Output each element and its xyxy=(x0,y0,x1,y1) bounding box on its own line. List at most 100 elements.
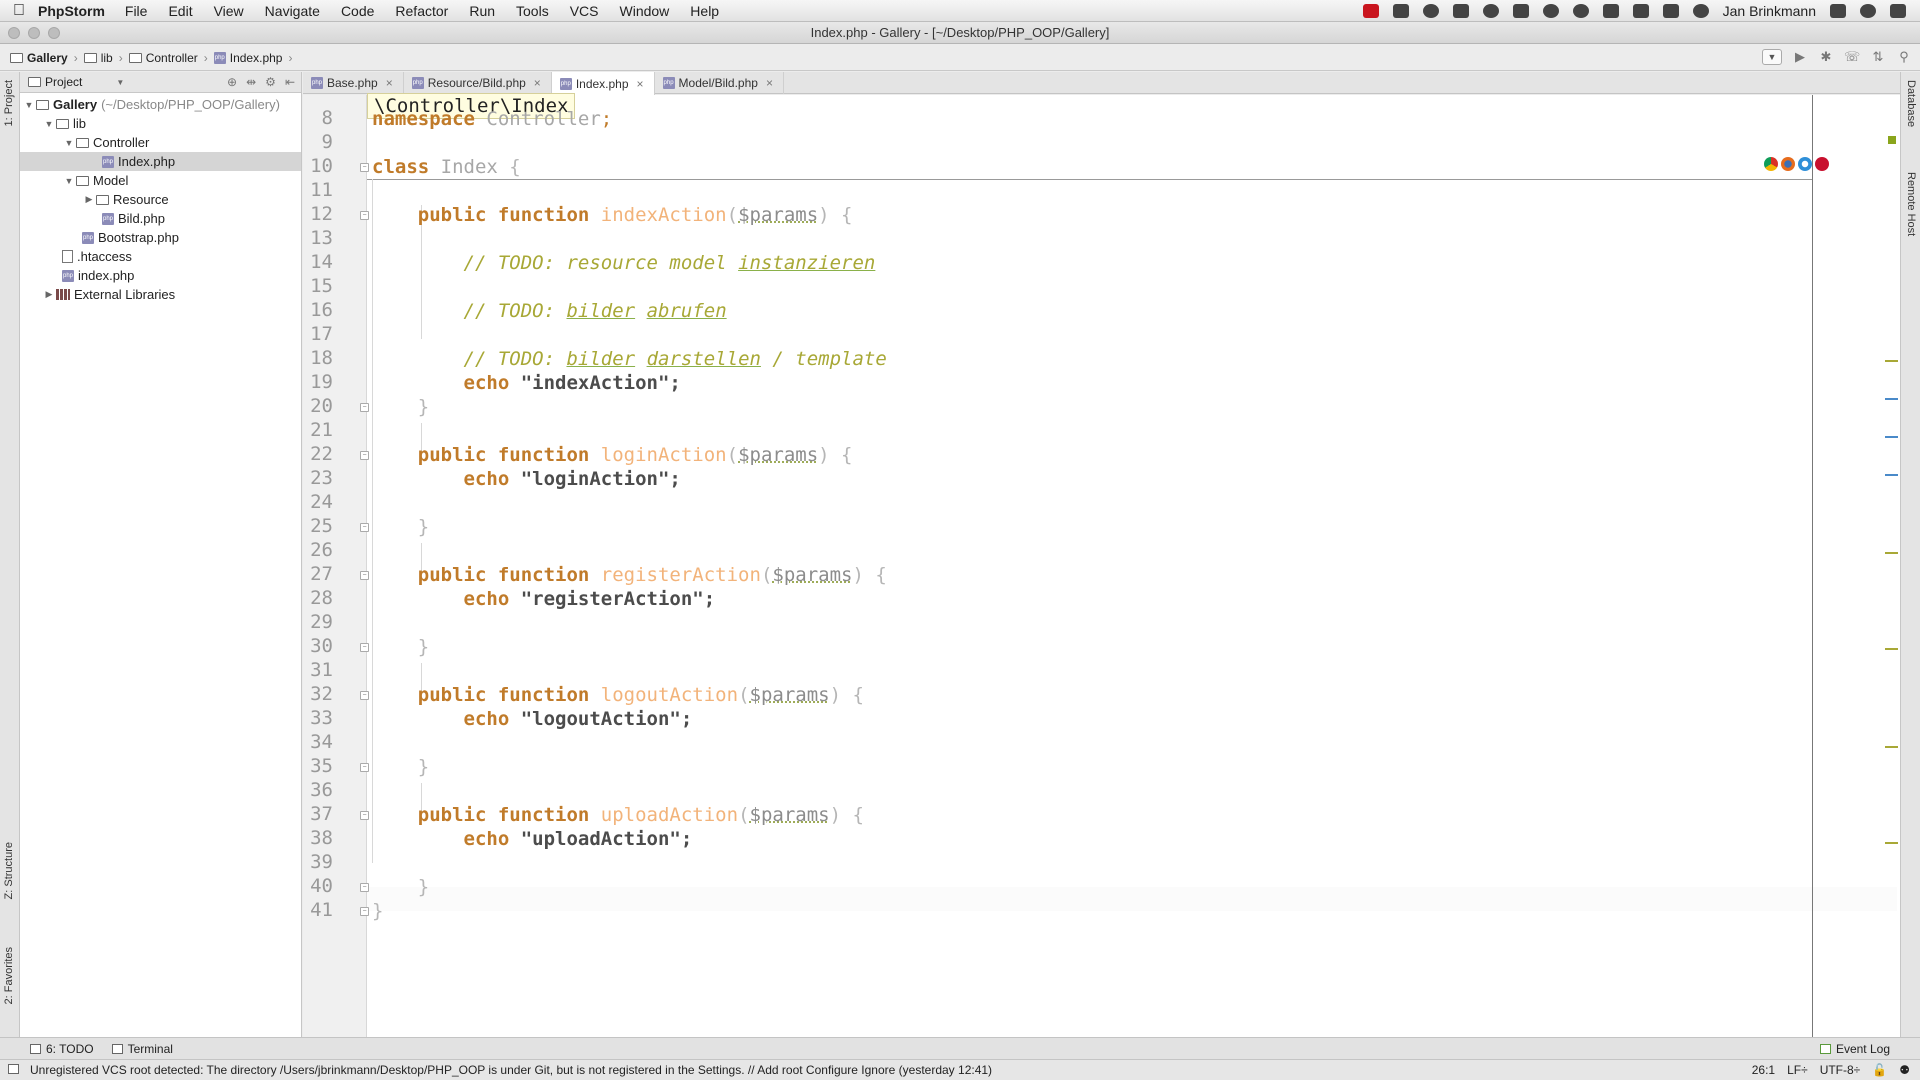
inspector-icon[interactable]: ⚉ xyxy=(1899,1063,1910,1077)
warning-marker[interactable] xyxy=(1885,746,1898,748)
menubar-user-name[interactable]: Jan Brinkmann xyxy=(1723,3,1816,19)
scroll-from-source-icon[interactable]: ⊕ xyxy=(227,75,237,89)
plus-icon[interactable] xyxy=(1452,4,1469,18)
onepassword-icon[interactable] xyxy=(1482,4,1499,18)
fold-toggle-icon[interactable]: − xyxy=(360,883,369,892)
tree-item-index-php-root[interactable]: php index.php xyxy=(20,266,301,285)
encoding-selector[interactable]: UTF-8÷ xyxy=(1820,1063,1861,1077)
menu-run[interactable]: Run xyxy=(469,3,495,19)
change-marker[interactable] xyxy=(1885,436,1898,438)
terminal-tool-button[interactable]: Terminal xyxy=(111,1042,173,1056)
toggle-tool-windows-icon[interactable] xyxy=(8,1064,19,1074)
close-icon[interactable]: × xyxy=(766,76,773,90)
todo-marker[interactable] xyxy=(1885,360,1898,362)
caret-position[interactable]: 26:1 xyxy=(1752,1063,1775,1077)
project-view-selector[interactable]: Project xyxy=(45,75,82,89)
lock-icon[interactable]: 🔓 xyxy=(1872,1063,1887,1077)
collapse-arrow-icon[interactable]: ▶ xyxy=(42,289,56,300)
expand-arrow-icon[interactable]: ▼ xyxy=(62,176,76,186)
menu-refactor[interactable]: Refactor xyxy=(395,3,448,19)
menu-app-name[interactable]: PhpStorm xyxy=(38,3,105,19)
cloud-icon[interactable] xyxy=(1542,4,1559,18)
tab-model-bild-php[interactable]: php Model/Bild.php × xyxy=(655,72,784,94)
event-log-button[interactable]: Event Log xyxy=(1819,1042,1890,1056)
crumb-lib[interactable]: lib › xyxy=(83,51,123,65)
warning-marker[interactable] xyxy=(1885,842,1898,844)
tree-item-lib[interactable]: ▼ lib xyxy=(20,114,301,133)
run-icon[interactable]: ▶ xyxy=(1792,49,1808,65)
bluetooth-icon[interactable] xyxy=(1662,4,1679,18)
crumb-controller[interactable]: Controller › xyxy=(128,51,208,65)
collapse-all-icon[interactable]: ⇹ xyxy=(246,75,256,89)
evernote-icon[interactable] xyxy=(1422,4,1439,18)
fold-toggle-icon[interactable]: − xyxy=(360,451,369,460)
menu-window[interactable]: Window xyxy=(620,3,670,19)
expand-arrow-icon[interactable]: ▼ xyxy=(62,138,76,148)
tree-item-bild-php[interactable]: php Bild.php xyxy=(20,209,301,228)
fold-toggle-icon[interactable]: − xyxy=(360,763,369,772)
menu-vcs[interactable]: VCS xyxy=(570,3,599,19)
listen-debug-icon[interactable]: ☏ xyxy=(1844,49,1860,65)
favorites-tool-tab[interactable]: 2: Favorites xyxy=(3,947,15,1004)
close-icon[interactable]: × xyxy=(386,76,393,90)
time-machine-icon[interactable] xyxy=(1692,4,1709,18)
tree-item-gallery[interactable]: ▼ Gallery (~/Desktop/PHP_OOP/Gallery) xyxy=(20,95,301,114)
warning-marker[interactable] xyxy=(1885,552,1898,554)
fold-toggle-icon[interactable]: − xyxy=(360,811,369,820)
firefox-icon[interactable] xyxy=(1781,157,1795,171)
debug-icon[interactable]: ✱ xyxy=(1818,49,1834,65)
tree-item-htaccess[interactable]: .htaccess xyxy=(20,247,301,266)
project-tool-tab[interactable]: 1: Project xyxy=(3,80,15,126)
run-config-dropdown[interactable]: ▼ xyxy=(1762,49,1782,65)
todo-tool-button[interactable]: 6: TODO xyxy=(30,1042,94,1056)
user-icon[interactable] xyxy=(1830,4,1846,18)
collapse-arrow-icon[interactable]: ▶ xyxy=(82,194,96,205)
safari-icon[interactable] xyxy=(1798,157,1812,171)
tree-item-resource[interactable]: ▶ Resource xyxy=(20,190,301,209)
menu-navigate[interactable]: Navigate xyxy=(265,3,320,19)
tree-item-index-php[interactable]: php Index.php xyxy=(20,152,301,171)
spotlight-icon[interactable] xyxy=(1860,4,1876,18)
chrome-icon[interactable] xyxy=(1764,157,1778,171)
tree-item-external-libraries[interactable]: ▶ External Libraries xyxy=(20,285,301,304)
fold-toggle-icon[interactable]: − xyxy=(360,571,369,580)
tab-base-php[interactable]: php Base.php × xyxy=(303,72,404,94)
line-separator-selector[interactable]: LF÷ xyxy=(1787,1063,1808,1077)
clipboard-icon[interactable] xyxy=(1512,4,1529,18)
menu-view[interactable]: View xyxy=(214,3,244,19)
fold-toggle-icon[interactable]: − xyxy=(360,523,369,532)
vcs-update-icon[interactable]: ⇅ xyxy=(1870,49,1886,65)
expand-arrow-icon[interactable]: ▼ xyxy=(42,119,56,129)
database-tool-tab[interactable]: Database xyxy=(1905,80,1917,127)
dropbox-icon[interactable] xyxy=(1392,4,1409,18)
vcs-notification-message[interactable]: Unregistered VCS root detected: The dire… xyxy=(30,1063,992,1077)
hide-panel-icon[interactable]: ⇤ xyxy=(285,75,295,89)
fold-toggle-icon[interactable]: − xyxy=(360,211,369,220)
recording-icon[interactable] xyxy=(1362,4,1379,18)
tab-index-php[interactable]: php Index.php × xyxy=(551,72,655,95)
crumb-index-php[interactable]: php Index.php › xyxy=(213,51,292,65)
crumb-gallery[interactable]: Gallery › xyxy=(10,51,78,65)
fold-toggle-icon[interactable]: − xyxy=(360,907,369,916)
tree-item-model[interactable]: ▼ Model xyxy=(20,171,301,190)
elephant-icon[interactable] xyxy=(1572,4,1589,18)
remote-host-tool-tab[interactable]: Remote Host xyxy=(1905,172,1917,236)
menu-edit[interactable]: Edit xyxy=(168,3,192,19)
notification-list-icon[interactable] xyxy=(1890,4,1906,18)
chevron-down-icon[interactable]: ▼ xyxy=(116,78,124,87)
menu-code[interactable]: Code xyxy=(341,3,374,19)
menu-file[interactable]: File xyxy=(125,3,148,19)
opera-icon[interactable] xyxy=(1815,157,1829,171)
warning-marker[interactable] xyxy=(1885,648,1898,650)
fold-toggle-icon[interactable]: − xyxy=(360,403,369,412)
tab-resource-bild-php[interactable]: php Resource/Bild.php × xyxy=(404,72,552,94)
code-editor[interactable]: 8 9 10 11 12 13 14 15 16 17 18 19 20 21 22 23 24 25 26 27 28… xyxy=(303,93,1901,1037)
change-marker[interactable] xyxy=(1885,474,1898,476)
fold-toggle-icon[interactable]: − xyxy=(360,643,369,652)
change-marker[interactable] xyxy=(1885,398,1898,400)
tree-item-controller[interactable]: ▼ Controller xyxy=(20,133,301,152)
inspection-status-icon[interactable] xyxy=(1888,136,1896,144)
expand-arrow-icon[interactable]: ▼ xyxy=(22,100,36,110)
shield-icon[interactable] xyxy=(1602,4,1619,18)
structure-tool-tab[interactable]: Z: Structure xyxy=(3,842,15,899)
